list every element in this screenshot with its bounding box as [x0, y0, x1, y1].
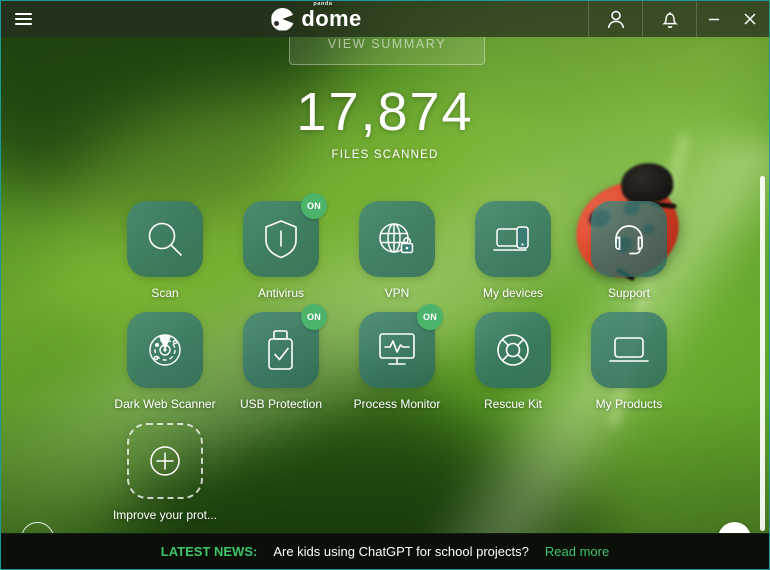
tile-process-monitor[interactable]: ON Process Monitor: [343, 304, 451, 411]
minimize-icon: [709, 18, 719, 21]
vertical-scrollbar[interactable]: [760, 176, 765, 531]
tile-label: Dark Web Scanner: [114, 397, 216, 411]
tile-label: USB Protection: [239, 397, 323, 411]
news-label: LATEST NEWS:: [160, 544, 258, 559]
main-content: VIEW SUMMARY 17,874 FILES SCANNED Scan O…: [1, 37, 769, 533]
headset-icon: [615, 225, 643, 255]
tile-scan[interactable]: Scan: [111, 201, 219, 300]
status-badge: ON: [417, 304, 443, 330]
minimize-button[interactable]: [697, 1, 731, 37]
tile-label: My devices: [482, 286, 544, 300]
tile-rescue-kit[interactable]: Rescue Kit: [459, 312, 567, 411]
panda-dome-window: panda dome VIEW SUMMARY 17,874 FILES SCA…: [0, 0, 770, 570]
files-scanned-caption: FILES SCANNED: [331, 149, 439, 161]
panda-logo-icon: [271, 7, 295, 31]
tile-dark-web-scanner[interactable]: Dark Web Scanner: [111, 312, 219, 411]
tile-row-3: Improve your prot...: [111, 423, 701, 522]
devices-icon: [493, 226, 529, 251]
magnifier-icon: [148, 222, 182, 256]
tile-label: Process Monitor: [353, 397, 441, 411]
tile-my-devices[interactable]: My devices: [459, 201, 567, 300]
shield-icon: [265, 220, 297, 259]
tile-row-2: Dark Web Scanner ON USB Protection ON Pr…: [111, 304, 701, 411]
lifebuoy-icon: [497, 334, 529, 366]
tile-label: Rescue Kit: [483, 397, 543, 411]
usb-check-icon: [268, 330, 293, 370]
title-bar: panda dome: [1, 1, 769, 37]
files-scanned-value: 17,874: [296, 82, 474, 142]
close-icon: [744, 13, 756, 25]
tile-label: VPN: [384, 286, 410, 300]
app-logo: panda dome: [45, 1, 588, 37]
monitor-pulse-icon: [379, 333, 415, 365]
read-more-link[interactable]: Read more: [545, 544, 609, 559]
files-scanned-counter: 17,874 FILES SCANNED: [1, 85, 769, 161]
tile-label: Support: [607, 286, 651, 300]
person-icon: [607, 10, 624, 28]
logo-superscript: panda: [313, 0, 333, 7]
tile-support[interactable]: Support: [575, 201, 683, 300]
radar-icon: [149, 334, 181, 366]
news-headline: Are kids using ChatGPT for school projec…: [273, 544, 529, 559]
tile-label: My Products: [595, 397, 663, 411]
bell-icon: [661, 11, 678, 28]
view-summary-button[interactable]: VIEW SUMMARY: [289, 37, 485, 65]
tile-vpn[interactable]: VPN: [343, 201, 451, 300]
close-button[interactable]: [731, 1, 769, 37]
status-badge: ON: [301, 193, 327, 219]
laptop-icon: [609, 337, 649, 362]
tile-improve-protection[interactable]: Improve your prot...: [111, 423, 219, 522]
view-summary-label: VIEW SUMMARY: [327, 37, 447, 51]
notifications-button[interactable]: [642, 1, 696, 37]
tile-label: Antivirus: [257, 286, 304, 300]
tile-usb-protection[interactable]: ON USB Protection: [227, 304, 335, 411]
tile-antivirus[interactable]: ON Antivirus: [227, 193, 335, 300]
tile-my-products[interactable]: My Products: [575, 312, 683, 411]
plus-circle-icon: [150, 446, 180, 476]
latest-news-bar: LATEST NEWS: Are kids using ChatGPT for …: [1, 533, 769, 569]
tile-label: Improve your prot...: [112, 508, 218, 522]
tile-row-1: Scan ON Antivirus VPN My devices Support: [111, 193, 701, 300]
tile-label: Scan: [151, 286, 179, 300]
status-badge: ON: [301, 304, 327, 330]
menu-button[interactable]: [1, 1, 45, 37]
feature-tile-grid: Scan ON Antivirus VPN My devices Support…: [111, 193, 701, 534]
hamburger-icon: [14, 13, 32, 25]
logo-wordmark: dome: [301, 5, 362, 31]
account-button[interactable]: [588, 1, 642, 37]
globe-lock-icon: [379, 223, 414, 254]
